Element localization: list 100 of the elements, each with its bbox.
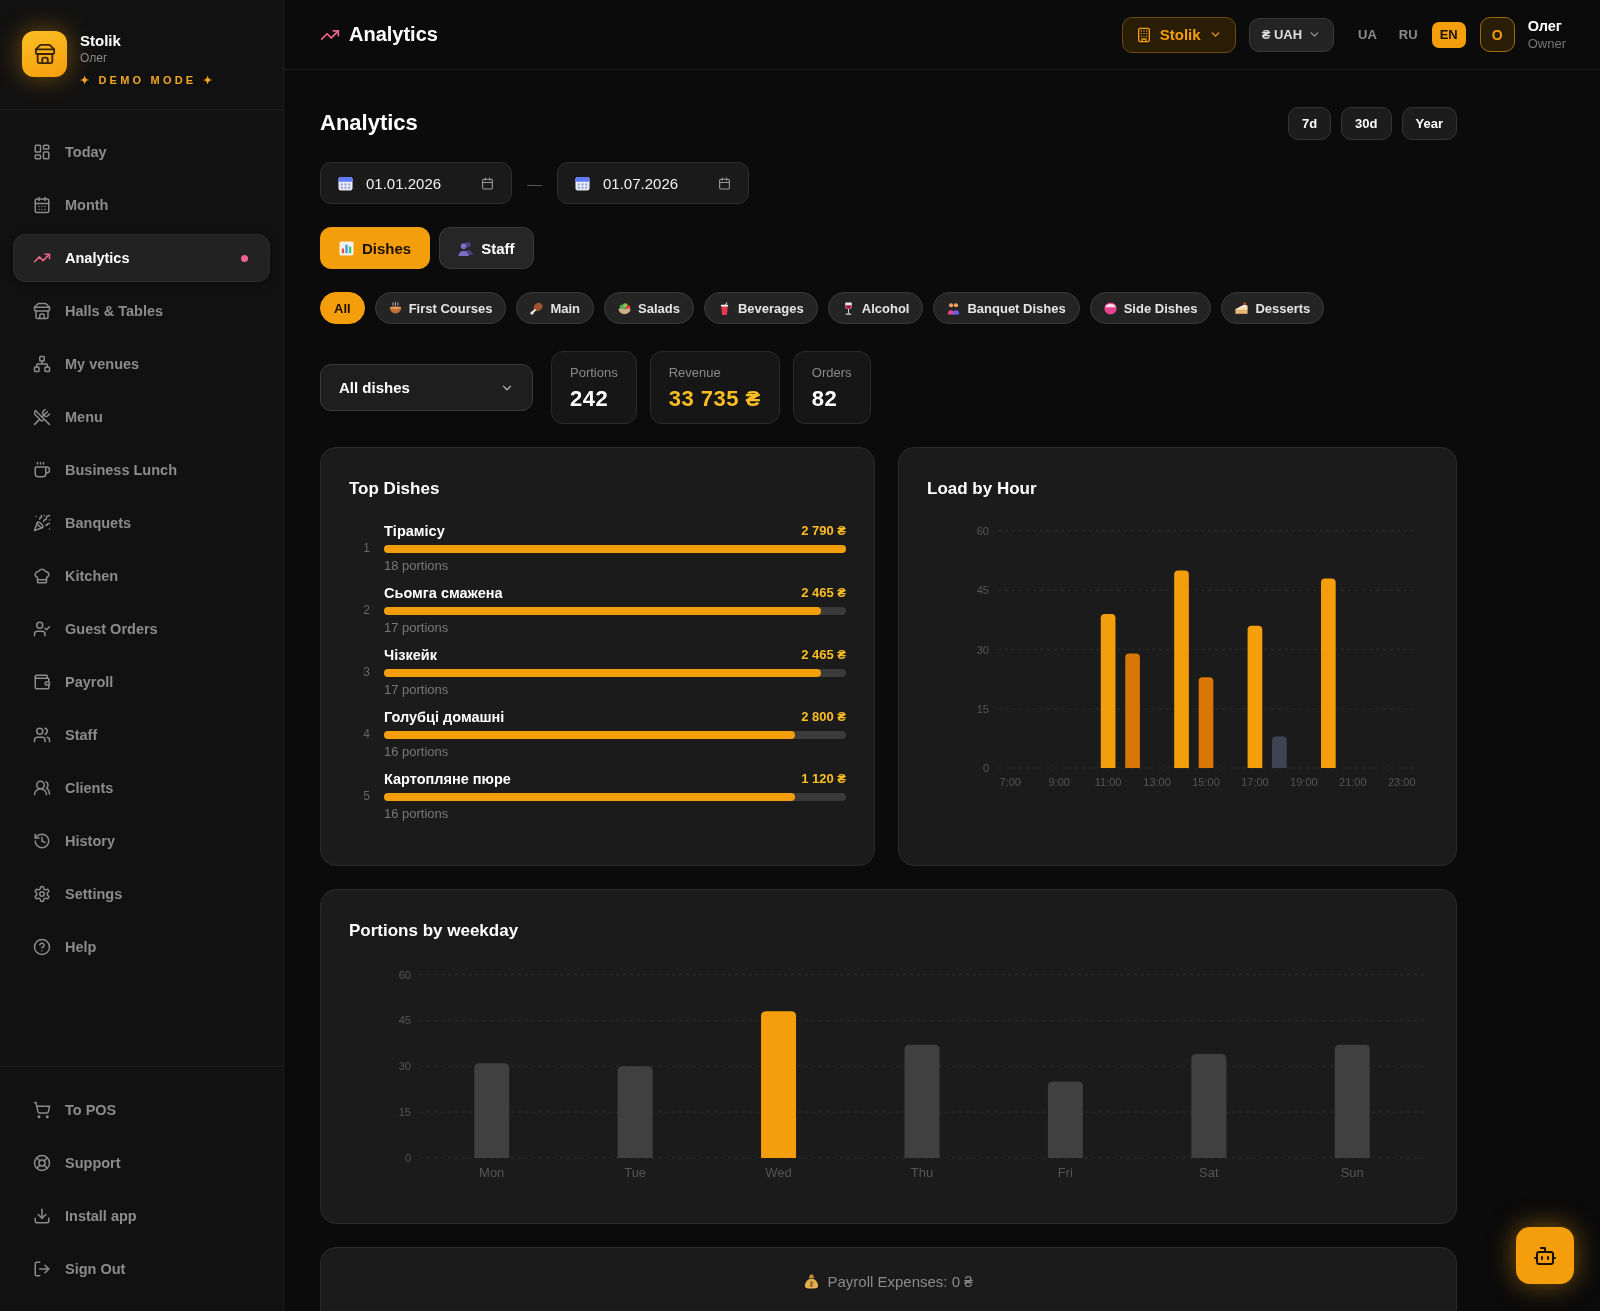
- stat-value: 33 735 ₴: [668, 386, 761, 411]
- dish-select[interactable]: All dishes: [320, 364, 533, 411]
- period-button[interactable]: Year: [1401, 106, 1457, 140]
- chef-hat-icon: [33, 567, 51, 585]
- sidebar-item[interactable]: Sign Out: [13, 1245, 270, 1293]
- axis-label: Thu: [910, 1165, 934, 1180]
- dish-revenue: 2 800 ₴: [801, 709, 846, 724]
- store-logo-icon: [22, 31, 67, 77]
- party-popper-icon: [33, 514, 51, 532]
- category-chip[interactable]: Salads: [604, 292, 694, 324]
- dish-revenue: 1 120 ₴: [801, 771, 846, 786]
- user-avatar[interactable]: О: [1479, 17, 1515, 52]
- store-icon: [33, 302, 51, 320]
- sidebar-item[interactable]: Business Lunch: [13, 446, 270, 494]
- sidebar-item[interactable]: Payroll: [13, 658, 270, 706]
- axis-label: 30: [976, 643, 989, 656]
- stat-value: 82: [811, 386, 839, 411]
- category-chip[interactable]: Main: [516, 292, 595, 324]
- axis-label: 30: [398, 1060, 411, 1073]
- dish-name: Картопляне пюре: [384, 770, 511, 787]
- axis-label: Mon: [479, 1165, 505, 1180]
- axis-label: Tue: [624, 1165, 647, 1180]
- view-tab[interactable]: Staff: [439, 227, 534, 269]
- meat-icon: [530, 301, 544, 315]
- layout-grid-icon: [33, 143, 51, 161]
- ball-icon: [1103, 301, 1117, 315]
- cup-with-straw-icon: [718, 301, 731, 315]
- sidebar-item[interactable]: Analytics: [13, 234, 270, 282]
- sidebar-item[interactable]: History: [13, 817, 270, 865]
- sidebar-item[interactable]: Month: [13, 181, 270, 229]
- assistant-button[interactable]: [1516, 1227, 1574, 1284]
- panel-title: Load by Hour: [927, 478, 1038, 500]
- portions-count: 17 portions: [384, 620, 450, 636]
- portions-count: 16 portions: [384, 806, 450, 822]
- wallet-icon: [33, 673, 51, 691]
- axis-label: 45: [976, 584, 989, 597]
- axis-label: Sat: [1199, 1165, 1219, 1180]
- stat-label: Revenue: [668, 364, 722, 381]
- period-button[interactable]: 30d: [1341, 106, 1392, 140]
- history-icon: [33, 832, 51, 850]
- view-tab[interactable]: Dishes: [320, 227, 431, 269]
- range-separator: —: [527, 174, 542, 192]
- category-chip[interactable]: Banquet Dishes: [933, 292, 1080, 324]
- venue-selector[interactable]: Stolik: [1121, 16, 1236, 53]
- dish-revenue: 2 465 ₴: [801, 647, 846, 662]
- header-title: Analytics: [349, 23, 438, 46]
- sidebar-item[interactable]: Halls & Tables: [13, 287, 270, 335]
- language-option[interactable]: UA: [1350, 21, 1385, 48]
- category-chip[interactable]: Side Dishes: [1089, 292, 1212, 324]
- sidebar-item[interactable]: Kitchen: [13, 552, 270, 600]
- salad-bowl-icon: [618, 301, 632, 315]
- category-chip[interactable]: All: [320, 292, 365, 324]
- category-chip[interactable]: Beverages: [704, 292, 818, 324]
- payroll-total: Payroll Expenses: 0 ₴: [827, 1272, 973, 1292]
- dish-name: Сьомга смажена: [384, 584, 503, 601]
- user-check-icon: [33, 620, 51, 638]
- sidebar-item[interactable]: Clients: [13, 764, 270, 812]
- axis-label: 15:00: [1192, 776, 1220, 788]
- axis-label: 17:00: [1241, 776, 1269, 788]
- dish-name: Голубці домашні: [384, 708, 505, 725]
- axis-label: Fri: [1057, 1165, 1073, 1180]
- period-button[interactable]: 7d: [1287, 106, 1332, 140]
- language-option[interactable]: RU: [1390, 21, 1426, 48]
- category-chip[interactable]: First Courses: [374, 292, 507, 324]
- category-chip[interactable]: Alcohol: [827, 292, 924, 324]
- brand-user: Олег: [80, 50, 109, 66]
- sidebar-item[interactable]: Help: [13, 923, 270, 971]
- sidebar-item[interactable]: Staff: [13, 711, 270, 759]
- rank-number: 2: [363, 603, 370, 619]
- help-icon: [33, 938, 51, 956]
- rank-number: 3: [363, 665, 370, 681]
- portions-count: 17 portions: [384, 682, 450, 698]
- axis-label: 23:00: [1388, 776, 1416, 788]
- building-icon: [1135, 26, 1152, 43]
- language-option[interactable]: EN: [1431, 21, 1466, 48]
- crossed-utensils-icon: [33, 408, 51, 426]
- users-icon: [33, 726, 51, 744]
- date-field[interactable]: 01.01.2026: [320, 162, 512, 204]
- people-icon: [33, 779, 51, 797]
- rank-number: 5: [363, 789, 370, 805]
- active-dot-icon: [241, 254, 248, 262]
- page-title: Analytics: [320, 110, 418, 136]
- axis-label: 21:00: [1339, 776, 1367, 788]
- dish-name: Тірамісу: [384, 522, 445, 539]
- sidebar-item[interactable]: My venues: [13, 340, 270, 388]
- sidebar-item[interactable]: Today: [13, 128, 270, 176]
- sidebar-item[interactable]: Banquets: [13, 499, 270, 547]
- cup-icon: [33, 461, 51, 479]
- panel-title: Portions by weekday: [349, 920, 520, 942]
- sidebar-item[interactable]: Menu: [13, 393, 270, 441]
- currency-selector[interactable]: ₴ UAH: [1248, 17, 1335, 52]
- calendar-icon: [575, 175, 590, 191]
- sidebar-item[interactable]: To POS: [13, 1086, 270, 1134]
- date-field[interactable]: 01.07.2026: [557, 162, 749, 204]
- sidebar-item[interactable]: Support: [13, 1139, 270, 1187]
- category-chip[interactable]: Desserts: [1221, 292, 1325, 324]
- sidebar-item[interactable]: Install app: [13, 1192, 270, 1240]
- sidebar-item[interactable]: Guest Orders: [13, 605, 270, 653]
- sidebar-item[interactable]: Settings: [13, 870, 270, 918]
- stat-value: 242: [570, 386, 610, 411]
